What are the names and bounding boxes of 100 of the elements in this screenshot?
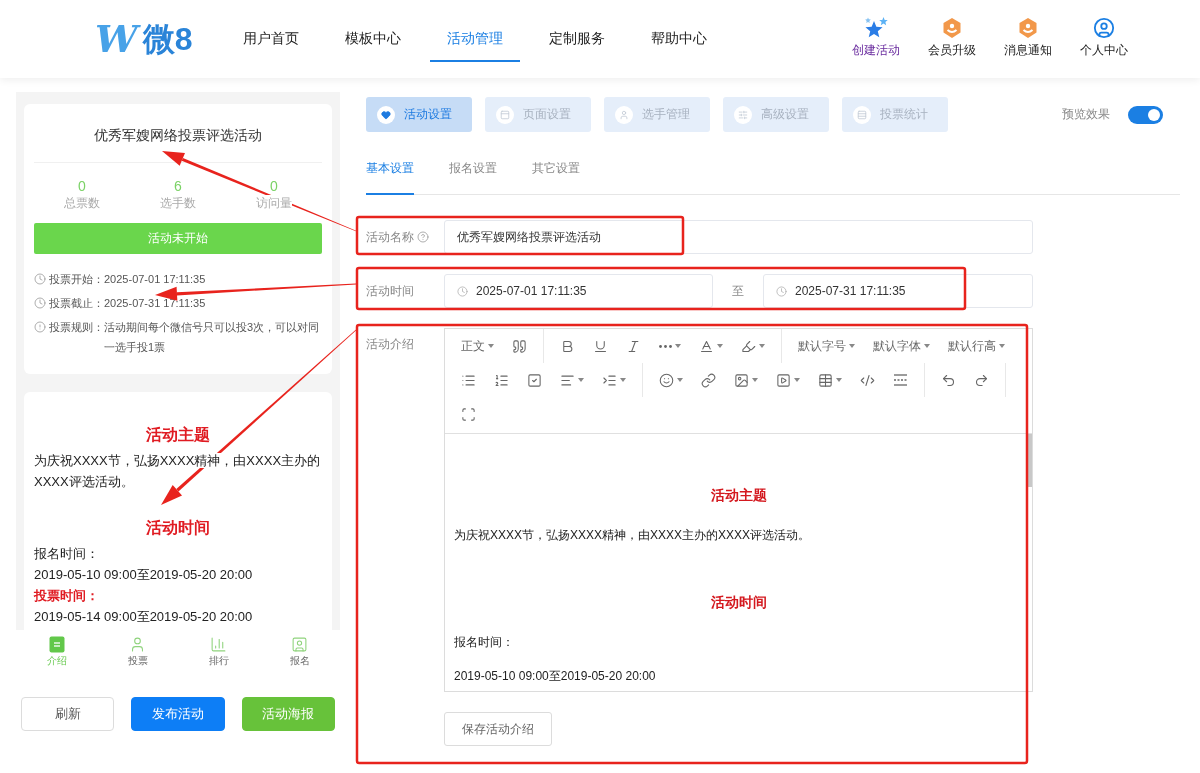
- header-action[interactable]: 消息通知: [996, 0, 1060, 58]
- user-icon: [615, 105, 633, 124]
- stars-icon: [864, 17, 888, 39]
- field-label: 活动时间: [366, 283, 414, 299]
- italic-icon: [626, 338, 641, 354]
- preview-tab[interactable]: 报名: [289, 630, 310, 672]
- activity-title: 优秀军嫂网络投票评选活动: [94, 127, 262, 145]
- page-icon: [496, 105, 514, 124]
- name-field[interactable]: 优秀军嫂网络投票评选活动: [444, 220, 1033, 254]
- stat-label: 选手数: [160, 195, 196, 211]
- caret-icon: [999, 344, 1005, 348]
- caret-icon: [578, 378, 584, 382]
- caret-icon: [677, 378, 683, 382]
- caret-icon: [836, 378, 842, 382]
- quote-icon: [512, 338, 527, 354]
- toggle-label: 预览效果: [1062, 106, 1110, 123]
- fullscreen-icon: [461, 406, 476, 422]
- field-label: 活动名称: [366, 229, 414, 245]
- intro-heading: 活动主题: [146, 426, 210, 443]
- clock-icon: [776, 285, 787, 297]
- bold-icon: [560, 338, 575, 354]
- module-tab[interactable]: 活动设置: [366, 97, 472, 132]
- nav-link[interactable]: 定制服务: [532, 0, 623, 62]
- intro-paragraph: 2019-05-10 09:00至2019-05-20 20:00: [34, 567, 253, 582]
- info-label: 投票截止：: [49, 296, 104, 311]
- style-select[interactable]: 正文: [453, 331, 502, 361]
- help-icon[interactable]: [417, 231, 429, 243]
- scrollbar-thumb[interactable]: [1027, 434, 1032, 487]
- badge-icon: [1018, 17, 1038, 39]
- editor-content[interactable]: 活动主题 为庆祝XXXX节，弘扬XXXX精神，由XXXX主办的XXXX评选活动。 活动时间 报名时间： 2019-05-10 09:00至2019-05-20 20:00: [445, 434, 1032, 692]
- rows-icon: [853, 105, 871, 124]
- alert-icon: [34, 321, 46, 333]
- content-heading: 活动主题: [710, 486, 767, 505]
- align-left-icon: [560, 372, 575, 388]
- caret-icon: [759, 344, 765, 348]
- indent-icon: [602, 372, 617, 388]
- badge-icon: [942, 17, 962, 39]
- stat-value: 0: [270, 177, 278, 195]
- stat-label: 总票数: [64, 195, 100, 211]
- nav-link[interactable]: 活动管理: [430, 0, 521, 62]
- stat-value: 0: [78, 177, 86, 195]
- content-heading: 活动时间: [710, 593, 767, 612]
- table-icon: [818, 372, 833, 388]
- sub-tab[interactable]: 基本设置: [366, 158, 414, 195]
- caret-icon: [794, 378, 800, 382]
- image-icon: [734, 372, 749, 388]
- style-select[interactable]: 默认行高: [940, 331, 1013, 361]
- sub-tab[interactable]: 报名设置: [449, 158, 497, 195]
- content-paragraph: 报名时间：: [454, 634, 514, 651]
- preview-tab[interactable]: 投票: [127, 630, 148, 672]
- clock-icon: [457, 285, 468, 297]
- header-action[interactable]: 创建活动: [844, 0, 908, 58]
- sliders-icon: [734, 105, 752, 124]
- smiley-icon: [659, 372, 674, 388]
- style-select[interactable]: 默认字体: [865, 331, 938, 361]
- nav-link[interactable]: 帮助中心: [634, 0, 725, 62]
- caret-icon: [849, 344, 855, 348]
- info-value: 2025-07-31 17:11:35: [104, 296, 206, 311]
- action-button[interactable]: 刷新: [21, 697, 115, 731]
- end-date-field[interactable]: 2025-07-31 17:11:35: [763, 274, 1033, 308]
- bar-chart-icon: [210, 636, 227, 653]
- info-value: 活动期间每个微信号只可以投3次，可以对同一选手投1票: [104, 320, 321, 355]
- redo-icon: [974, 372, 989, 388]
- numbered-list-icon: [494, 372, 509, 388]
- caret-icon: [717, 344, 723, 348]
- undo-icon: [941, 372, 956, 388]
- checkbox-icon: [527, 372, 542, 388]
- content-paragraph: 为庆祝XXXX节，弘扬XXXX精神，由XXXX主办的XXXX评选活动。: [454, 527, 811, 544]
- start-date-field[interactable]: 2025-07-01 17:11:35: [444, 274, 713, 308]
- field-label: 活动介绍: [366, 336, 414, 352]
- code-icon: [860, 372, 875, 388]
- underline-icon: [593, 338, 608, 354]
- header-action[interactable]: 个人中心: [1072, 0, 1136, 58]
- caret-icon: [675, 344, 681, 348]
- caret-icon: [620, 378, 626, 382]
- action-button[interactable]: 发布活动: [131, 697, 225, 731]
- save-button[interactable]: 保存活动介绍: [444, 712, 552, 746]
- document-icon: [48, 636, 65, 653]
- intro-paragraph: 2019-05-14 09:00至2019-05-20 20:00: [34, 609, 253, 624]
- preview-switch[interactable]: [1128, 105, 1163, 124]
- nav-link[interactable]: 用户首页: [226, 0, 317, 62]
- preview-tab[interactable]: 排行: [208, 630, 229, 672]
- caret-icon: [924, 344, 930, 348]
- style-select[interactable]: 默认字号: [790, 331, 863, 361]
- divider-line-icon: [893, 374, 908, 386]
- stat-value: 6: [174, 177, 182, 195]
- stat-label: 访问量: [256, 195, 292, 211]
- caret-icon: [752, 378, 758, 382]
- clock-icon: [34, 297, 46, 309]
- nav-link[interactable]: 模板中心: [328, 0, 419, 62]
- info-label: 投票开始：: [49, 272, 104, 287]
- sub-tab[interactable]: 其它设置: [532, 158, 580, 195]
- highlighter-icon: [741, 338, 756, 354]
- logo-text[interactable]: 微8: [142, 19, 193, 59]
- info-label: 投票规则：: [49, 320, 104, 335]
- bullet-list-icon: [461, 372, 476, 388]
- header-action[interactable]: 会员升级: [920, 0, 984, 58]
- contact-card-icon: [291, 636, 308, 653]
- clock-icon: [34, 273, 46, 285]
- range-separator: 至: [732, 282, 744, 300]
